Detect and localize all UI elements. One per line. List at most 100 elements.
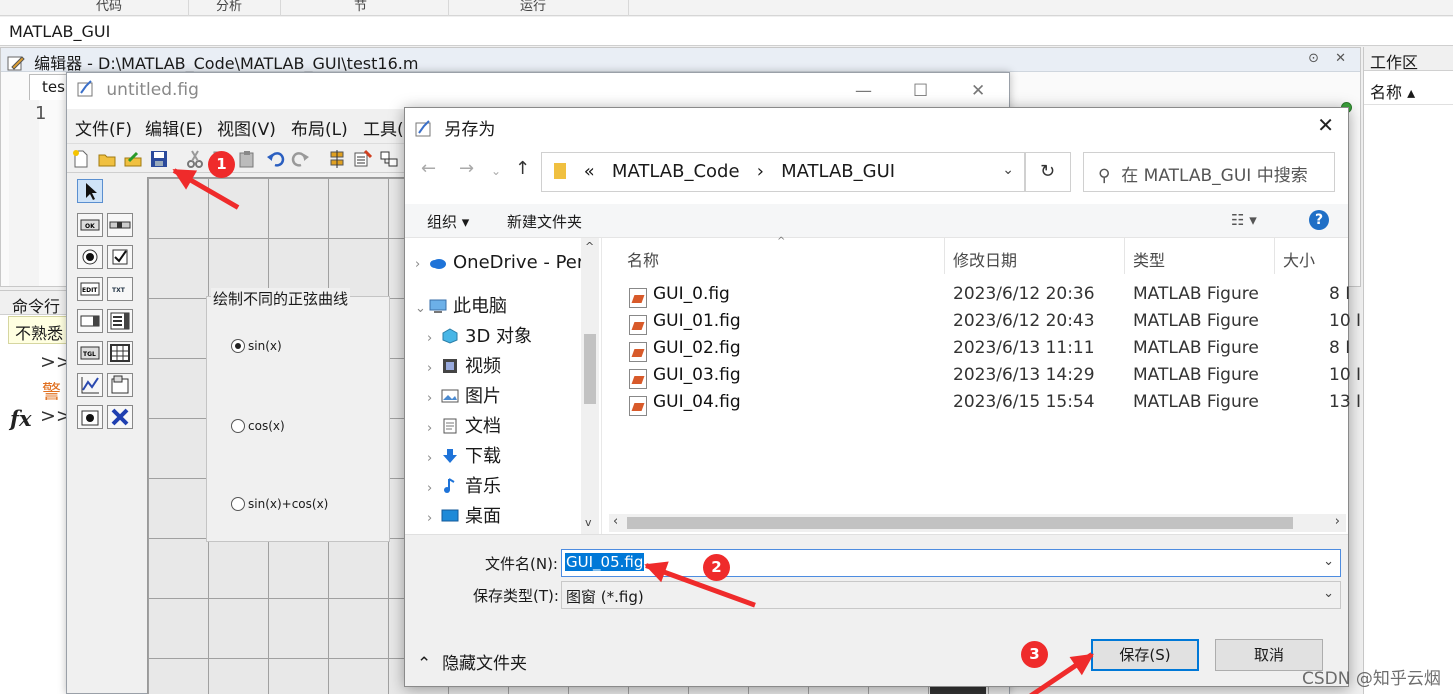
tree-item-pictures[interactable]: › 图片 — [427, 382, 501, 412]
figure-icon — [77, 80, 93, 97]
radio-sin-plus-cos[interactable]: sin(x)+cos(x) — [231, 497, 328, 511]
breadcrumb-overflow[interactable]: « — [584, 161, 595, 182]
minimize-button[interactable]: — — [855, 81, 872, 101]
table-tool-icon[interactable] — [107, 341, 133, 365]
dialog-command-bar: 组织 ▾ 新建文件夹 ☷ ▾ ? — [405, 204, 1348, 238]
forward-arrow-icon[interactable]: → — [459, 158, 474, 179]
chevron-down-icon[interactable]: ⌄ — [1002, 162, 1014, 178]
pane-divider[interactable] — [601, 238, 602, 534]
ribbon-tab-section[interactable]: 节 — [354, 0, 367, 14]
checkbox-tool-icon[interactable] — [107, 245, 133, 269]
scroll-right-icon[interactable]: › — [1335, 514, 1340, 529]
tree-item-this-pc[interactable]: ⌄ 此电脑 — [415, 292, 507, 322]
tree-item-desktop[interactable]: › 桌面 — [427, 502, 501, 532]
workspace-title: 工作区 — [1364, 47, 1453, 72]
button-group-tool-icon[interactable] — [77, 405, 103, 429]
tree-item-music[interactable]: › 音乐 — [427, 472, 501, 502]
slider-tool-icon[interactable] — [107, 213, 133, 237]
fx-icon[interactable]: fx — [10, 406, 32, 431]
scroll-left-icon[interactable]: ‹ — [613, 514, 618, 529]
tree-item-onedrive[interactable]: › OneDrive - Per — [415, 252, 584, 282]
listbox-tool-icon[interactable] — [107, 309, 133, 333]
editor-window-buttons[interactable]: ⊙ ✕ — [1308, 51, 1352, 66]
undo-icon[interactable] — [265, 149, 285, 169]
menu-layout[interactable]: 布局(L) — [291, 115, 348, 140]
menu-file[interactable]: 文件(F) — [75, 115, 132, 140]
menu-editor-icon[interactable] — [353, 149, 373, 169]
scroll-up-icon[interactable]: ^ — [585, 240, 594, 253]
tree-scroll-thumb[interactable] — [584, 334, 596, 404]
refresh-button[interactable]: ↻ — [1025, 152, 1071, 192]
new-folder-button[interactable]: 新建文件夹 — [507, 211, 582, 232]
open-folder-icon[interactable] — [97, 149, 117, 169]
radio-cos[interactable]: cos(x) — [231, 419, 285, 433]
push-button-tool-icon[interactable]: OK — [77, 213, 103, 237]
editor-tab[interactable]: tes — [29, 74, 69, 100]
file-type: MATLAB Figure — [1133, 284, 1259, 304]
pencil-icon — [7, 56, 25, 71]
menu-tools[interactable]: 工具( — [363, 115, 404, 140]
breadcrumb-matlab-code[interactable]: MATLAB_Code — [612, 161, 740, 182]
scroll-down-icon[interactable]: v — [585, 516, 592, 529]
column-header-name[interactable]: 名称 — [619, 238, 945, 274]
edit-text-tool-icon[interactable]: EDIT — [77, 277, 103, 301]
filetype-select[interactable]: 图窗 (*.fig) ⌄ — [561, 581, 1341, 609]
file-name: GUI_02.fig — [653, 338, 741, 358]
chevron-down-icon[interactable]: ⌄ — [1323, 554, 1334, 569]
tree-item-videos[interactable]: › 视频 — [427, 352, 501, 382]
file-list-hscrollbar[interactable]: ‹ › — [609, 514, 1346, 532]
filename-input[interactable]: GUI_05.fig ⌄ — [561, 549, 1341, 577]
popup-menu-tool-icon[interactable] — [77, 309, 103, 333]
tree-scrollbar[interactable]: ^ v — [581, 238, 599, 534]
align-icon[interactable] — [327, 149, 347, 169]
hide-folders-toggle[interactable]: ⌃ 隐藏文件夹 — [417, 649, 527, 674]
current-folder-bar[interactable]: MATLAB_GUI — [0, 17, 1453, 46]
export-icon[interactable] — [123, 149, 143, 169]
path-breadcrumb[interactable]: « MATLAB_Code › MATLAB_GUI ⌄ — [541, 152, 1025, 192]
maximize-button[interactable]: ☐ — [913, 81, 928, 101]
back-arrow-icon[interactable]: ← — [421, 158, 436, 179]
ribbon-tab-code[interactable]: 代码 — [96, 0, 122, 14]
step-badge-3: 3 — [1021, 641, 1048, 668]
search-input[interactable]: ⚲ 在 MATLAB_GUI 中搜索 — [1083, 152, 1335, 192]
menu-edit[interactable]: 编辑(E) — [145, 115, 203, 140]
radio-sin[interactable]: sin(x) — [231, 339, 282, 353]
radio-button-tool-icon[interactable] — [77, 245, 103, 269]
column-header-size[interactable]: 大小 — [1275, 238, 1348, 274]
organize-button[interactable]: 组织 ▾ — [427, 211, 469, 232]
chevron-down-icon[interactable]: ⌄ — [1323, 586, 1334, 601]
help-icon[interactable]: ? — [1309, 210, 1329, 230]
ribbon-tab-analyze[interactable]: 分析 — [216, 0, 242, 14]
static-text-tool-icon[interactable]: TXT — [107, 277, 133, 301]
new-file-icon[interactable] — [71, 149, 91, 169]
panel-tool-icon[interactable] — [107, 373, 133, 397]
hscroll-thumb[interactable] — [627, 517, 1293, 529]
up-arrow-icon[interactable]: ↑ — [515, 158, 530, 179]
paste-icon[interactable] — [237, 149, 257, 169]
guide-close-button[interactable]: ✕ — [971, 81, 985, 101]
select-tool-icon[interactable] — [77, 179, 103, 203]
dialog-close-button[interactable]: ✕ — [1317, 113, 1334, 137]
axes-tool-icon[interactable] — [77, 373, 103, 397]
breadcrumb-matlab-gui[interactable]: MATLAB_GUI — [781, 161, 895, 182]
tab-order-icon[interactable] — [379, 149, 399, 169]
view-options-button[interactable]: ☷ ▾ — [1231, 211, 1257, 229]
column-header-type[interactable]: 类型 — [1125, 238, 1275, 274]
menu-view[interactable]: 视图(V) — [217, 115, 276, 140]
tree-item-documents[interactable]: › 文档 — [427, 412, 501, 442]
save-icon[interactable] — [149, 149, 169, 169]
dialog-title: 另存为 — [444, 120, 496, 140]
ribbon-tab-run[interactable]: 运行 — [520, 0, 546, 14]
file-date: 2023/6/13 11:11 — [953, 338, 1095, 358]
radio-indicator — [231, 497, 245, 511]
toggle-button-tool-icon[interactable]: TGL — [77, 341, 103, 365]
tree-item-3d-objects[interactable]: › 3D 对象 — [427, 322, 532, 352]
button-group-panel[interactable]: 绘制不同的正弦曲线 sin(x) cos(x) sin(x)+cos(x) — [206, 288, 390, 542]
recent-dropdown-icon[interactable]: ⌄ — [491, 164, 501, 178]
workspace-name-column[interactable]: 名称 ▴ — [1364, 79, 1453, 105]
redo-icon[interactable] — [291, 149, 311, 169]
save-button[interactable]: 保存(S) — [1091, 639, 1199, 671]
tree-item-downloads[interactable]: › 下载 — [427, 442, 501, 472]
column-header-date[interactable]: 修改日期 — [945, 238, 1125, 274]
activex-tool-icon[interactable] — [107, 405, 133, 429]
